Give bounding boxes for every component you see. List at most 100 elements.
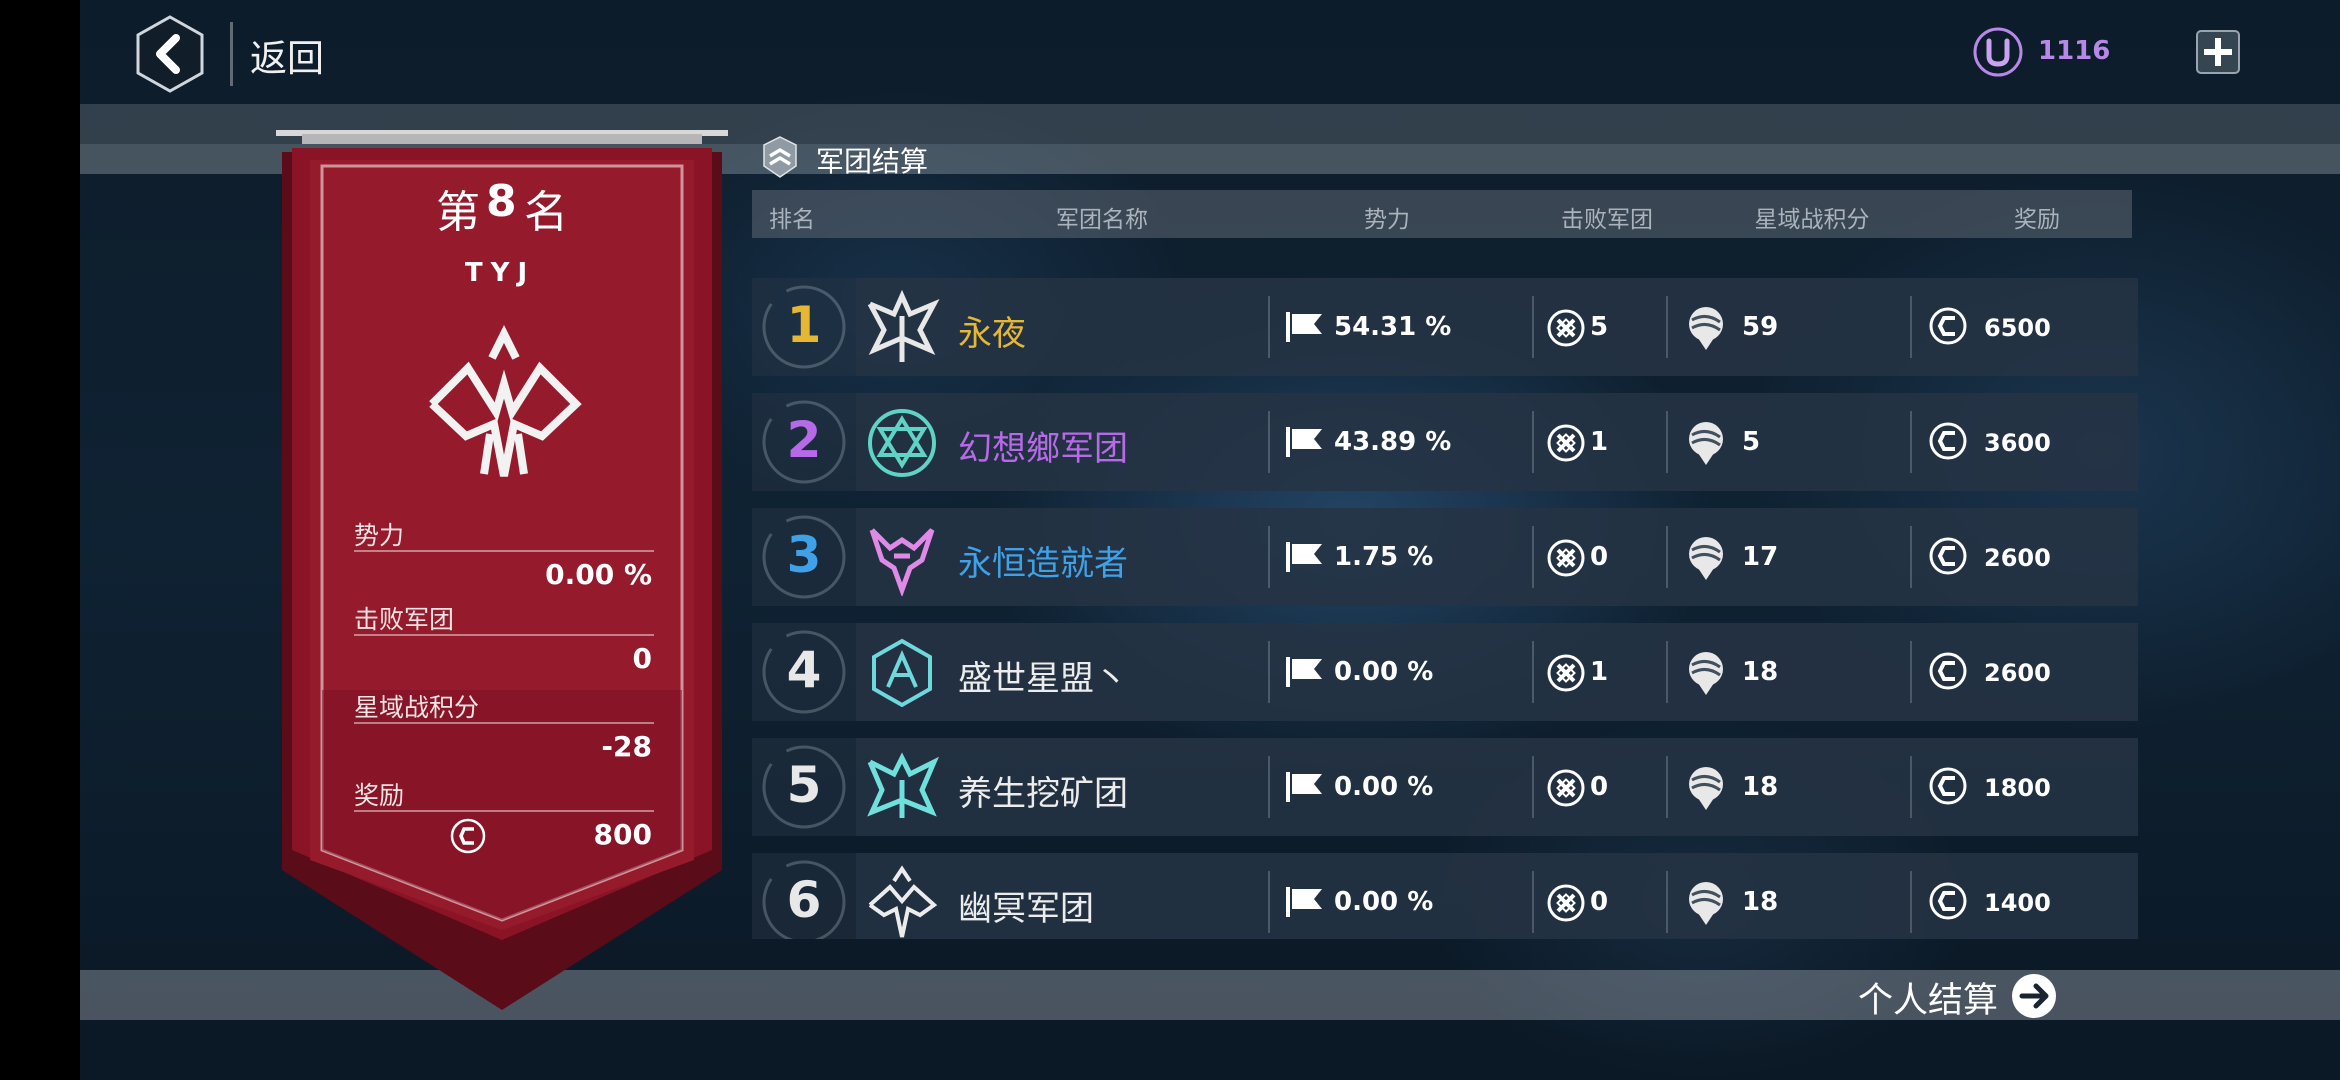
stat-value-influence: 0.00 % bbox=[545, 558, 652, 591]
divider bbox=[1532, 526, 1534, 588]
credit-coin-icon bbox=[1929, 767, 1967, 805]
header-rank: 排名 bbox=[769, 207, 815, 233]
divider bbox=[1666, 296, 1668, 358]
rank-cell: 6 bbox=[752, 853, 856, 939]
legion-emblem-icon bbox=[868, 865, 938, 938]
rank-cell: 2 bbox=[752, 393, 856, 491]
influence-value: 0.00 % bbox=[1334, 657, 1434, 687]
defeat-x-icon bbox=[1547, 769, 1585, 807]
divider bbox=[1532, 871, 1534, 933]
influence-value: 54.31 % bbox=[1334, 312, 1452, 342]
defeated-count: 5 bbox=[1590, 312, 1609, 342]
defeat-x-icon bbox=[1547, 539, 1585, 577]
credit-coin-icon bbox=[1929, 882, 1967, 920]
legion-name: 永恒造就者 bbox=[958, 544, 1128, 584]
rank-cell: 1 bbox=[752, 278, 856, 376]
defeated-count: 0 bbox=[1590, 542, 1609, 572]
divider bbox=[1532, 641, 1534, 703]
legion-emblem-icon bbox=[868, 409, 936, 477]
divider bbox=[1910, 871, 1912, 933]
divider bbox=[1910, 296, 1912, 358]
divider bbox=[1268, 871, 1270, 933]
rank-number: 2 bbox=[786, 411, 822, 469]
header-legion-name: 军团名称 bbox=[1056, 207, 1148, 233]
legion-emblem-icon bbox=[429, 325, 582, 477]
rank-number: 6 bbox=[786, 871, 822, 929]
rank-cell: 5 bbox=[752, 738, 856, 836]
score-value: 18 bbox=[1742, 657, 1779, 687]
plus-button[interactable] bbox=[2196, 30, 2240, 74]
flag-icon bbox=[1286, 542, 1322, 572]
stat-label-reward: 奖励 bbox=[354, 781, 405, 810]
legion-emblem-icon bbox=[872, 638, 932, 708]
table-row[interactable]: 5 养生挖矿团 0.00 % 0 18 1800 bbox=[752, 738, 2138, 836]
divider bbox=[1910, 756, 1912, 818]
divider bbox=[1666, 411, 1668, 473]
divider bbox=[1532, 296, 1534, 358]
rank-number: 8 bbox=[486, 176, 517, 227]
rank-cell: 4 bbox=[752, 623, 856, 721]
flag-icon bbox=[1286, 887, 1322, 917]
defeat-x-icon bbox=[1547, 424, 1585, 462]
legion-name: 永夜 bbox=[958, 314, 1026, 354]
divider bbox=[1268, 641, 1270, 703]
u-coin-icon bbox=[1973, 27, 2023, 77]
divider bbox=[1532, 411, 1534, 473]
divider bbox=[354, 550, 654, 552]
credit-coin-icon bbox=[1929, 537, 1967, 575]
table-row[interactable]: 3 永恒造就者 1.75 % 0 17 2600 bbox=[752, 508, 2138, 606]
legion-emblem-icon bbox=[867, 290, 940, 362]
defeated-count: 0 bbox=[1590, 772, 1609, 802]
arrow-right-circle-icon[interactable] bbox=[2010, 972, 2058, 1020]
score-value: 17 bbox=[1742, 542, 1779, 572]
divider bbox=[1666, 641, 1668, 703]
flag-icon bbox=[1286, 427, 1322, 457]
reward-value: 6500 bbox=[1984, 314, 2051, 342]
legion-emblem-icon bbox=[867, 752, 939, 818]
divider bbox=[1666, 756, 1668, 818]
divider bbox=[1910, 526, 1912, 588]
stat-label-defeated: 击败军团 bbox=[354, 605, 455, 634]
planet-score-icon bbox=[1689, 652, 1723, 695]
table-row[interactable]: 1 永夜 54.31 % 5 59 6500 bbox=[752, 278, 2138, 376]
influence-value: 1.75 % bbox=[1334, 542, 1434, 572]
credit-coin-icon bbox=[450, 818, 486, 854]
reward-value: 2600 bbox=[1984, 544, 2051, 572]
defeated-count: 0 bbox=[1590, 887, 1609, 917]
personal-settlement-button[interactable]: 个人结算 bbox=[1858, 972, 1998, 1023]
reward-value: 1800 bbox=[1984, 774, 2051, 802]
planet-score-icon bbox=[1689, 882, 1723, 925]
flag-icon bbox=[1286, 772, 1322, 802]
back-label[interactable]: 返回 bbox=[250, 28, 324, 82]
flag-icon bbox=[1286, 657, 1322, 687]
legion-section-icon bbox=[763, 136, 797, 178]
divider bbox=[1268, 296, 1270, 358]
score-value: 5 bbox=[1742, 427, 1761, 457]
legion-name: 盛世星盟丶 bbox=[958, 659, 1128, 699]
score-value: 18 bbox=[1742, 772, 1779, 802]
defeat-x-icon bbox=[1547, 309, 1585, 347]
legion-name: 养生挖矿团 bbox=[958, 774, 1128, 814]
back-button[interactable] bbox=[130, 14, 210, 94]
screen-edge bbox=[0, 0, 80, 1080]
divider bbox=[354, 634, 654, 636]
score-value: 59 bbox=[1742, 312, 1779, 342]
reward-value: 2600 bbox=[1984, 659, 2051, 687]
legion-name: TYJ bbox=[464, 258, 536, 288]
stat-label-score: 星域战积分 bbox=[354, 693, 480, 722]
table-row[interactable]: 2 幻想鄉军团 43.89 % 1 5 3600 bbox=[752, 393, 2138, 491]
legion-name: 幻想鄉军团 bbox=[958, 429, 1128, 469]
legion-name: 幽冥军团 bbox=[958, 889, 1094, 929]
divider bbox=[1268, 756, 1270, 818]
table-row[interactable]: 6 幽冥军团 0.00 % 0 18 1400 bbox=[752, 853, 2138, 939]
table-row[interactable]: 4 盛世星盟丶 0.00 % 1 18 2600 bbox=[752, 623, 2138, 721]
stat-label-influence: 势力 bbox=[354, 521, 405, 550]
rank-number: 5 bbox=[786, 756, 822, 814]
rank-suffix: 名 bbox=[524, 187, 568, 238]
credit-coin-icon bbox=[1929, 422, 1967, 460]
header-defeated: 击败军团 bbox=[1561, 207, 1653, 233]
rank-number: 4 bbox=[786, 641, 822, 699]
divider bbox=[1268, 411, 1270, 473]
stat-value-score: -28 bbox=[601, 730, 652, 763]
divider bbox=[1666, 871, 1668, 933]
